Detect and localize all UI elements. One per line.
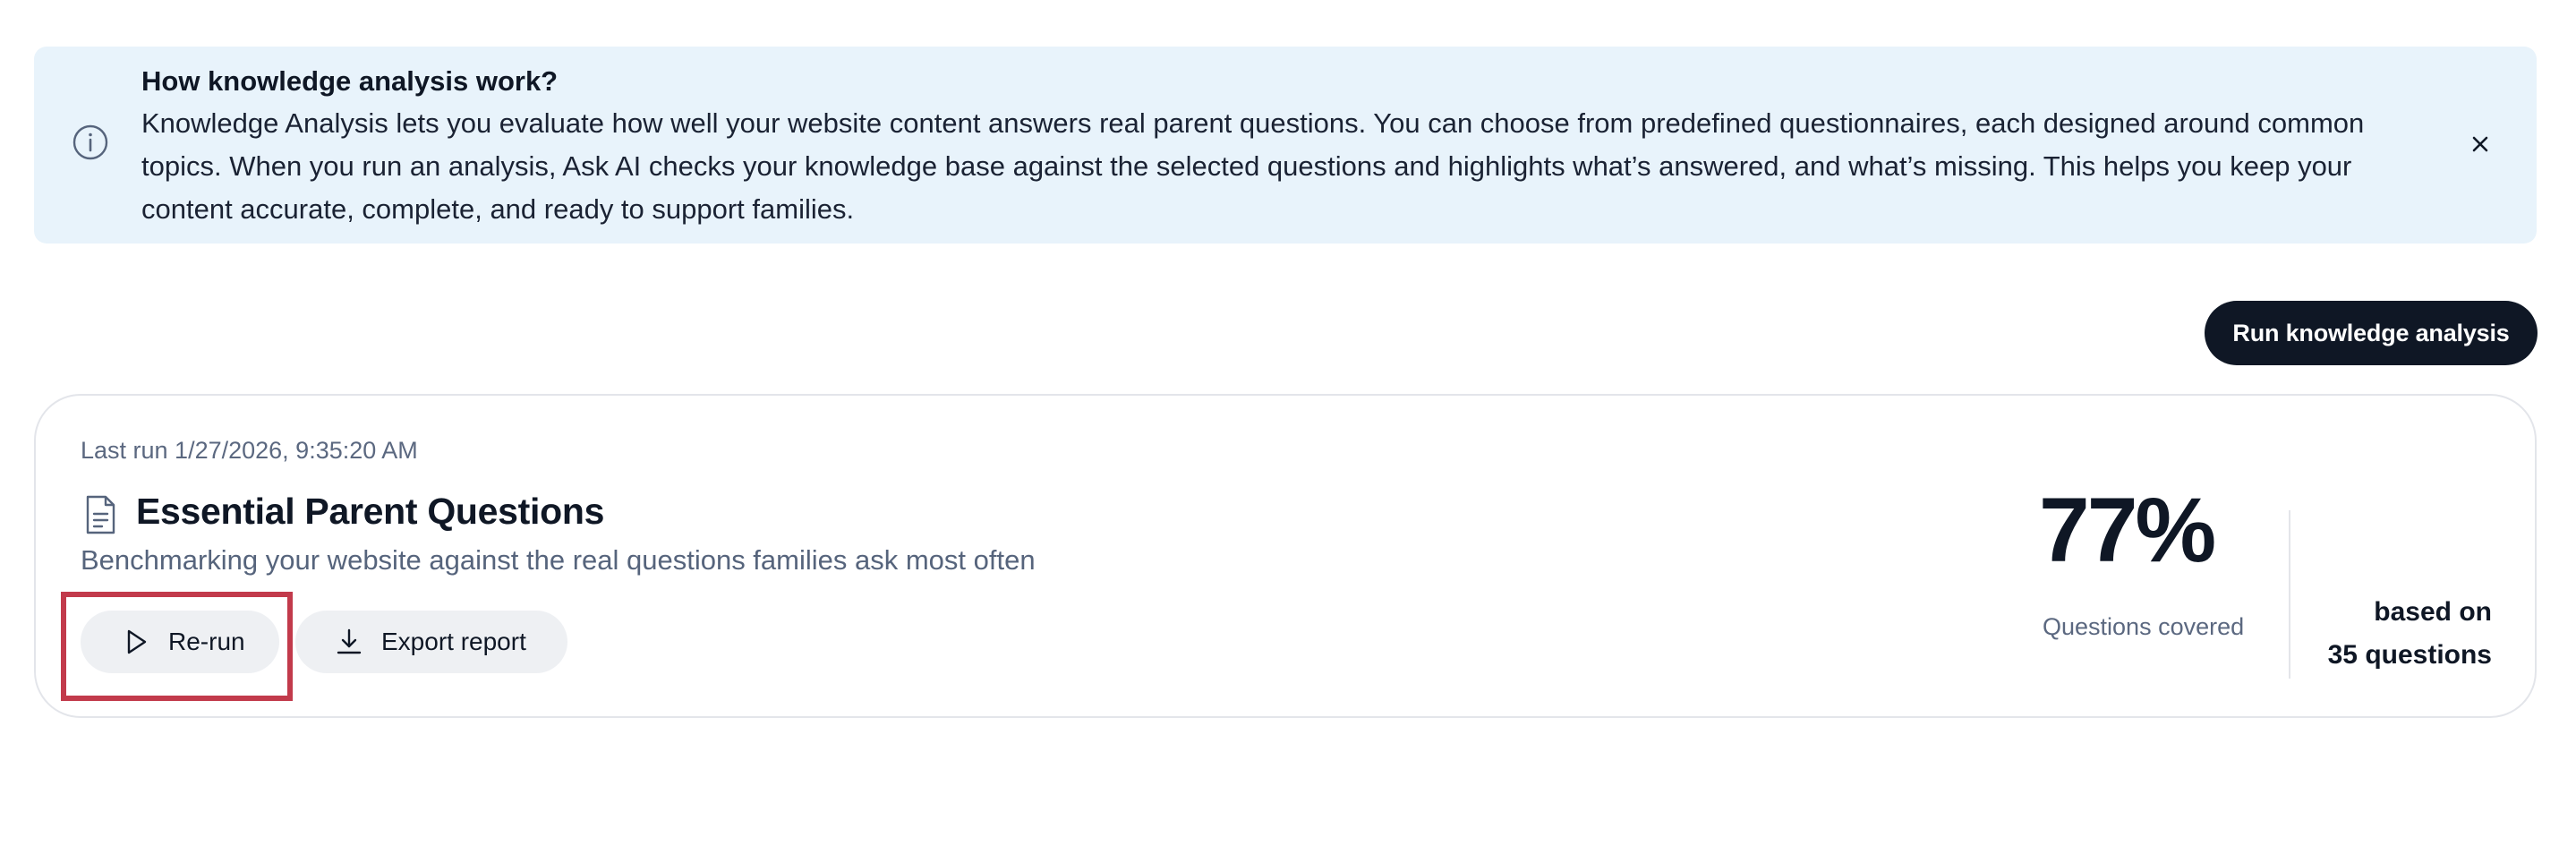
last-run-timestamp: Last run 1/27/2026, 9:35:20 AM <box>81 437 418 464</box>
info-banner-title: How knowledge analysis work? <box>141 65 559 97</box>
questionnaire-title: Essential Parent Questions <box>136 491 605 532</box>
based-on-label: based on <box>2374 597 2492 627</box>
questionnaire-subtitle: Benchmarking your website against the re… <box>81 544 1036 576</box>
coverage-label: Questions covered <box>2043 613 2245 640</box>
question-count-value: 35 questions <box>2327 640 2492 670</box>
play-icon <box>127 629 147 654</box>
question-count: based on 35 questions <box>2328 591 2492 677</box>
coverage-percentage: 77% <box>2039 479 2216 581</box>
close-icon[interactable] <box>2467 131 2494 158</box>
info-banner-content: How knowledge analysis work? Knowledge A… <box>141 63 2415 231</box>
export-report-label: Export report <box>381 628 526 655</box>
metric-divider <box>2289 510 2290 679</box>
download-icon <box>337 628 362 654</box>
knowledge-analysis-page: How knowledge analysis work? Knowledge A… <box>0 0 2576 863</box>
rerun-button[interactable]: Re-run <box>81 611 279 673</box>
run-knowledge-analysis-label: Run knowledge analysis <box>2232 319 2510 346</box>
run-knowledge-analysis-button[interactable]: Run knowledge analysis <box>2205 301 2538 365</box>
analysis-card: Last run 1/27/2026, 9:35:20 AM Essential… <box>34 394 2537 718</box>
info-banner-body: Knowledge Analysis lets you evaluate how… <box>141 107 2365 225</box>
rerun-label: Re-run <box>168 628 245 655</box>
info-icon <box>73 124 108 160</box>
document-icon <box>86 495 115 534</box>
export-report-button[interactable]: Export report <box>295 611 567 673</box>
